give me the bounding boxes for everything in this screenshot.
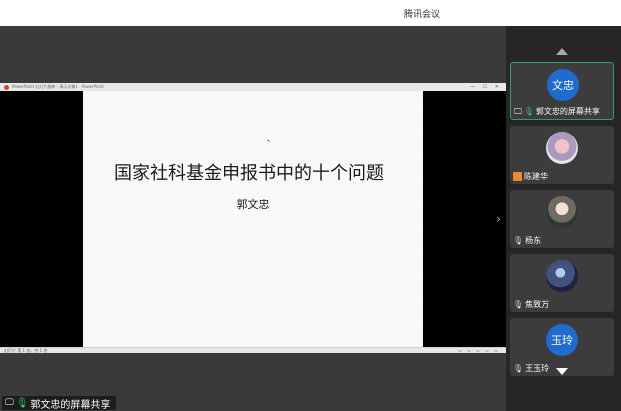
participant-name: 杨东	[525, 236, 542, 245]
presenter-label: 🖵 🎙 郭文忠的屏幕共享	[2, 396, 117, 411]
participant-tile[interactable]: 🎙 杨东	[510, 190, 614, 248]
participant-tile[interactable]: 🎙 焦致万	[510, 254, 614, 312]
mic-off-icon: 🎙	[513, 236, 524, 245]
window-controls: — ☐ ✕	[470, 84, 502, 90]
mic-on-icon: 🎙	[15, 397, 29, 409]
slide-title: 国家社科基金申报书中的十个问题	[114, 163, 384, 184]
participant-name-row: 🖵 🎙 郭文忠的屏幕共享	[514, 106, 600, 117]
powerpoint-icon	[4, 85, 9, 90]
mic-on-icon: 🎙	[523, 107, 534, 116]
participant-name-row: 🎙 焦致万	[513, 299, 549, 310]
scroll-up-arrow-icon[interactable]	[556, 48, 568, 55]
participant-name-row: 🎙 王玉玲	[513, 363, 549, 374]
avatar: 文忠	[547, 69, 579, 101]
presentation-statusbar: 幻灯片 第 1 张，共 1 张 ▭ ▭ ▭ ▭ ▭	[0, 347, 506, 353]
scroll-down-arrow-icon[interactable]	[556, 368, 568, 375]
shared-window-title: PowerPoint 幻灯片放映 - 演示文稿1 - PowerPoint	[12, 84, 104, 89]
participant-name-row: 🎙 杨东	[513, 235, 541, 246]
view-mode-icons[interactable]: ▭ ▭ ▭ ▭ ▭	[458, 348, 500, 353]
participant-name-row: 陈建华	[513, 171, 548, 182]
participant-tile[interactable]: 文忠 🖵 🎙 郭文忠的屏幕共享	[510, 62, 614, 120]
participant-tile[interactable]: 陈建华	[510, 126, 614, 184]
letterbox-right	[423, 91, 506, 347]
presentation-slide: 、 国家社科基金申报书中的十个问题 郭文忠	[83, 91, 423, 347]
app-title: 腾讯会议	[404, 10, 441, 20]
avatar	[546, 196, 578, 228]
participant-name: 王玉玲	[525, 364, 550, 373]
participant-name: 陈建华	[524, 172, 548, 181]
presenter-name: 郭文忠的屏幕共享	[30, 399, 111, 411]
avatar	[546, 260, 578, 292]
avatar: 玉玲	[546, 324, 578, 356]
next-page-arrow-icon[interactable]: ›	[496, 212, 501, 226]
participant-name: 焦致万	[525, 300, 550, 309]
slide-count-status: 幻灯片 第 1 张，共 1 张	[4, 348, 48, 353]
video-off-icon	[513, 172, 522, 181]
avatar	[546, 132, 578, 164]
mic-off-icon: 🎙	[513, 364, 524, 373]
slide-author: 郭文忠	[236, 198, 270, 211]
screen-share-icon: 🖵	[514, 106, 522, 116]
screen-share-icon: 🖵	[5, 398, 14, 408]
participant-name: 郭文忠的屏幕共享	[535, 107, 600, 116]
app-titlebar: 腾讯会议	[0, 0, 621, 26]
letterbox-left	[0, 91, 83, 347]
mic-off-icon: 🎙	[513, 300, 524, 309]
slide-mark: 、	[267, 134, 275, 143]
